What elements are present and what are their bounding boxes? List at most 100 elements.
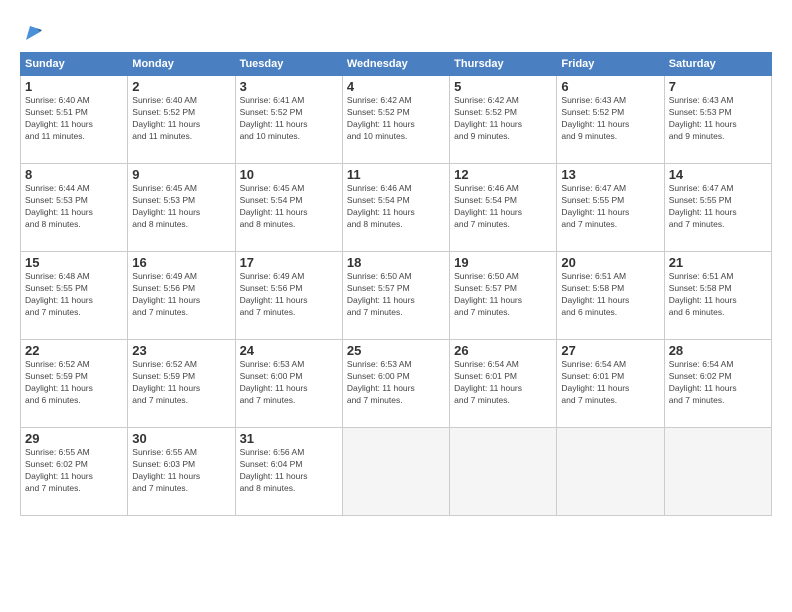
- day-number: 17: [240, 255, 338, 270]
- day-info: Sunrise: 6:49 AMSunset: 5:56 PMDaylight:…: [132, 271, 230, 319]
- day-info: Sunrise: 6:46 AMSunset: 5:54 PMDaylight:…: [347, 183, 445, 231]
- page: Sunday Monday Tuesday Wednesday Thursday…: [0, 0, 792, 612]
- table-row: 21Sunrise: 6:51 AMSunset: 5:58 PMDayligh…: [664, 252, 771, 340]
- day-info: Sunrise: 6:53 AMSunset: 6:00 PMDaylight:…: [240, 359, 338, 407]
- table-row: 14Sunrise: 6:47 AMSunset: 5:55 PMDayligh…: [664, 164, 771, 252]
- table-row: 22Sunrise: 6:52 AMSunset: 5:59 PMDayligh…: [21, 340, 128, 428]
- day-info: Sunrise: 6:50 AMSunset: 5:57 PMDaylight:…: [454, 271, 552, 319]
- table-row: 29Sunrise: 6:55 AMSunset: 6:02 PMDayligh…: [21, 428, 128, 516]
- day-info: Sunrise: 6:55 AMSunset: 6:03 PMDaylight:…: [132, 447, 230, 495]
- day-info: Sunrise: 6:52 AMSunset: 5:59 PMDaylight:…: [25, 359, 123, 407]
- day-number: 7: [669, 79, 767, 94]
- day-info: Sunrise: 6:41 AMSunset: 5:52 PMDaylight:…: [240, 95, 338, 143]
- day-number: 11: [347, 167, 445, 182]
- table-row: 16Sunrise: 6:49 AMSunset: 5:56 PMDayligh…: [128, 252, 235, 340]
- day-info: Sunrise: 6:54 AMSunset: 6:02 PMDaylight:…: [669, 359, 767, 407]
- day-number: 12: [454, 167, 552, 182]
- col-monday: Monday: [128, 53, 235, 76]
- table-row: 18Sunrise: 6:50 AMSunset: 5:57 PMDayligh…: [342, 252, 449, 340]
- day-info: Sunrise: 6:44 AMSunset: 5:53 PMDaylight:…: [25, 183, 123, 231]
- col-saturday: Saturday: [664, 53, 771, 76]
- day-info: Sunrise: 6:40 AMSunset: 5:51 PMDaylight:…: [25, 95, 123, 143]
- col-thursday: Thursday: [450, 53, 557, 76]
- day-info: Sunrise: 6:48 AMSunset: 5:55 PMDaylight:…: [25, 271, 123, 319]
- day-info: Sunrise: 6:49 AMSunset: 5:56 PMDaylight:…: [240, 271, 338, 319]
- calendar-row: 29Sunrise: 6:55 AMSunset: 6:02 PMDayligh…: [21, 428, 772, 516]
- table-row: 17Sunrise: 6:49 AMSunset: 5:56 PMDayligh…: [235, 252, 342, 340]
- table-row: 2Sunrise: 6:40 AMSunset: 5:52 PMDaylight…: [128, 76, 235, 164]
- table-row: 23Sunrise: 6:52 AMSunset: 5:59 PMDayligh…: [128, 340, 235, 428]
- day-info: Sunrise: 6:47 AMSunset: 5:55 PMDaylight:…: [561, 183, 659, 231]
- day-number: 5: [454, 79, 552, 94]
- logo-icon: [22, 22, 44, 44]
- day-number: 4: [347, 79, 445, 94]
- day-number: 23: [132, 343, 230, 358]
- day-number: 28: [669, 343, 767, 358]
- day-info: Sunrise: 6:51 AMSunset: 5:58 PMDaylight:…: [669, 271, 767, 319]
- table-row: 13Sunrise: 6:47 AMSunset: 5:55 PMDayligh…: [557, 164, 664, 252]
- table-row: 12Sunrise: 6:46 AMSunset: 5:54 PMDayligh…: [450, 164, 557, 252]
- table-row: 31Sunrise: 6:56 AMSunset: 6:04 PMDayligh…: [235, 428, 342, 516]
- day-number: 13: [561, 167, 659, 182]
- day-info: Sunrise: 6:45 AMSunset: 5:54 PMDaylight:…: [240, 183, 338, 231]
- table-row: 6Sunrise: 6:43 AMSunset: 5:52 PMDaylight…: [557, 76, 664, 164]
- day-number: 26: [454, 343, 552, 358]
- calendar-row: 15Sunrise: 6:48 AMSunset: 5:55 PMDayligh…: [21, 252, 772, 340]
- day-number: 18: [347, 255, 445, 270]
- day-number: 25: [347, 343, 445, 358]
- table-row: 4Sunrise: 6:42 AMSunset: 5:52 PMDaylight…: [342, 76, 449, 164]
- day-info: Sunrise: 6:43 AMSunset: 5:52 PMDaylight:…: [561, 95, 659, 143]
- table-row: 1Sunrise: 6:40 AMSunset: 5:51 PMDaylight…: [21, 76, 128, 164]
- day-info: Sunrise: 6:51 AMSunset: 5:58 PMDaylight:…: [561, 271, 659, 319]
- day-number: 20: [561, 255, 659, 270]
- table-row: [450, 428, 557, 516]
- table-row: 15Sunrise: 6:48 AMSunset: 5:55 PMDayligh…: [21, 252, 128, 340]
- table-row: 27Sunrise: 6:54 AMSunset: 6:01 PMDayligh…: [557, 340, 664, 428]
- table-row: 19Sunrise: 6:50 AMSunset: 5:57 PMDayligh…: [450, 252, 557, 340]
- day-number: 1: [25, 79, 123, 94]
- calendar-row: 8Sunrise: 6:44 AMSunset: 5:53 PMDaylight…: [21, 164, 772, 252]
- table-row: [557, 428, 664, 516]
- day-info: Sunrise: 6:56 AMSunset: 6:04 PMDaylight:…: [240, 447, 338, 495]
- table-row: 5Sunrise: 6:42 AMSunset: 5:52 PMDaylight…: [450, 76, 557, 164]
- day-info: Sunrise: 6:54 AMSunset: 6:01 PMDaylight:…: [561, 359, 659, 407]
- header-row: Sunday Monday Tuesday Wednesday Thursday…: [21, 53, 772, 76]
- day-number: 21: [669, 255, 767, 270]
- table-row: 30Sunrise: 6:55 AMSunset: 6:03 PMDayligh…: [128, 428, 235, 516]
- table-row: 25Sunrise: 6:53 AMSunset: 6:00 PMDayligh…: [342, 340, 449, 428]
- day-number: 6: [561, 79, 659, 94]
- table-row: 7Sunrise: 6:43 AMSunset: 5:53 PMDaylight…: [664, 76, 771, 164]
- col-friday: Friday: [557, 53, 664, 76]
- logo: [20, 22, 44, 44]
- day-number: 8: [25, 167, 123, 182]
- day-info: Sunrise: 6:52 AMSunset: 5:59 PMDaylight:…: [132, 359, 230, 407]
- header: [20, 18, 772, 44]
- table-row: 28Sunrise: 6:54 AMSunset: 6:02 PMDayligh…: [664, 340, 771, 428]
- day-number: 3: [240, 79, 338, 94]
- day-info: Sunrise: 6:55 AMSunset: 6:02 PMDaylight:…: [25, 447, 123, 495]
- day-number: 14: [669, 167, 767, 182]
- day-number: 10: [240, 167, 338, 182]
- day-number: 9: [132, 167, 230, 182]
- table-row: 9Sunrise: 6:45 AMSunset: 5:53 PMDaylight…: [128, 164, 235, 252]
- table-row: 11Sunrise: 6:46 AMSunset: 5:54 PMDayligh…: [342, 164, 449, 252]
- day-number: 29: [25, 431, 123, 446]
- table-row: [342, 428, 449, 516]
- day-number: 16: [132, 255, 230, 270]
- table-row: [664, 428, 771, 516]
- table-row: 3Sunrise: 6:41 AMSunset: 5:52 PMDaylight…: [235, 76, 342, 164]
- col-sunday: Sunday: [21, 53, 128, 76]
- day-number: 31: [240, 431, 338, 446]
- day-info: Sunrise: 6:46 AMSunset: 5:54 PMDaylight:…: [454, 183, 552, 231]
- day-number: 22: [25, 343, 123, 358]
- day-info: Sunrise: 6:43 AMSunset: 5:53 PMDaylight:…: [669, 95, 767, 143]
- table-row: 20Sunrise: 6:51 AMSunset: 5:58 PMDayligh…: [557, 252, 664, 340]
- day-number: 30: [132, 431, 230, 446]
- day-number: 27: [561, 343, 659, 358]
- calendar-table: Sunday Monday Tuesday Wednesday Thursday…: [20, 52, 772, 516]
- day-info: Sunrise: 6:53 AMSunset: 6:00 PMDaylight:…: [347, 359, 445, 407]
- day-info: Sunrise: 6:45 AMSunset: 5:53 PMDaylight:…: [132, 183, 230, 231]
- day-info: Sunrise: 6:40 AMSunset: 5:52 PMDaylight:…: [132, 95, 230, 143]
- day-info: Sunrise: 6:47 AMSunset: 5:55 PMDaylight:…: [669, 183, 767, 231]
- table-row: 24Sunrise: 6:53 AMSunset: 6:00 PMDayligh…: [235, 340, 342, 428]
